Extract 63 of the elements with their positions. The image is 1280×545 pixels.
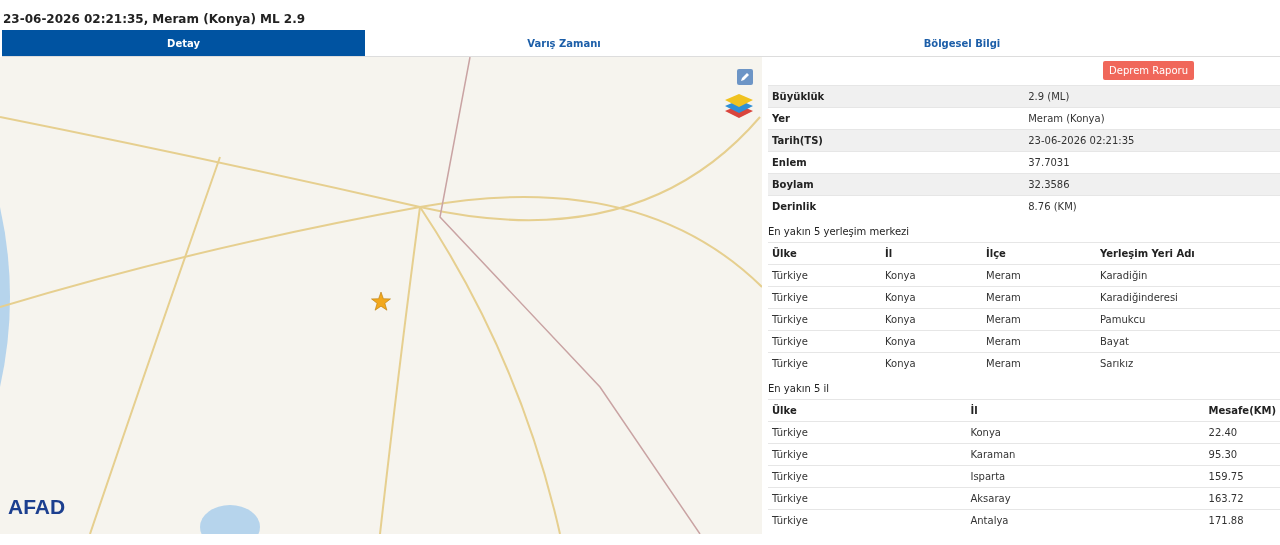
detail-label: Yer (768, 107, 1025, 130)
detail-value: Meram (Konya) (1024, 107, 1280, 130)
detail-label: Boylam (768, 173, 1025, 196)
detail-label: Büyüklük (768, 85, 1025, 108)
table-cell: Antalya (966, 509, 1205, 531)
table-cell: Türkiye (768, 330, 881, 353)
detail-label: Enlem (768, 151, 1025, 174)
table-cell: Türkiye (768, 264, 881, 287)
table-cell: Türkiye (768, 286, 881, 309)
table-cell: Aksaray (966, 487, 1205, 510)
table-cell: Meram (982, 264, 1096, 287)
pencil-icon (740, 72, 750, 82)
table-cell: Konya (881, 264, 982, 287)
detail-label: Derinlik (768, 195, 1025, 217)
table-cell: Karadiğin (1096, 264, 1280, 287)
table-cell: Isparta (966, 465, 1205, 488)
table-cell: Meram (982, 308, 1096, 331)
table-cell: Konya (881, 330, 982, 353)
table-cell: Meram (982, 330, 1096, 353)
detail-value: 8.76 (KM) (1024, 195, 1280, 217)
table-cell: Türkiye (768, 509, 967, 531)
detail-value: 23-06-2026 02:21:35 (1024, 129, 1280, 152)
table-cell: Konya (966, 421, 1205, 444)
table-cell: Konya (881, 308, 982, 331)
table-cell: Sarıkız (1096, 352, 1280, 374)
table-cell: Karadiğinderesi (1096, 286, 1280, 309)
column-header: İl (966, 399, 1205, 422)
column-header: Yerleşim Yeri Adı (1096, 242, 1280, 265)
table-cell: Karaman (966, 443, 1205, 466)
section-heading: En yakın 5 yerleşim merkezi (768, 225, 911, 239)
logo: AFAD (8, 495, 66, 519)
table-cell: 159.75 (1204, 465, 1280, 488)
edit-button[interactable] (737, 69, 753, 85)
table-cell: 163.72 (1204, 487, 1280, 510)
event-title: 23-06-2026 02:21:35, Meram (Konya) ML 2.9 (2, 11, 307, 28)
column-header: İlçe (982, 242, 1096, 265)
table-cell: Türkiye (768, 308, 881, 331)
table-cell: Türkiye (768, 352, 881, 374)
column-header: Ülke (768, 399, 967, 422)
table-cell: Bayat (1096, 330, 1280, 353)
detail-value: 37.7031 (1024, 151, 1280, 174)
table-cell: Türkiye (768, 421, 967, 444)
column-header: İl (881, 242, 982, 265)
column-header: Mesafe(KM) (1204, 399, 1280, 422)
tab[interactable]: Detay (2, 30, 365, 56)
table-cell: Pamukcu (1096, 308, 1280, 331)
table-cell: 22.40 (1204, 421, 1280, 444)
section-heading: En yakın 5 il (768, 382, 831, 396)
detail-value: 32.3586 (1024, 173, 1280, 196)
table-cell: Meram (982, 352, 1096, 374)
table-cell: Türkiye (768, 443, 967, 466)
table-cell: 171.88 (1204, 509, 1280, 531)
epicenter-star-icon (371, 292, 391, 311)
table-cell: Türkiye (768, 465, 967, 488)
column-header: Ülke (768, 242, 881, 265)
table-cell: Meram (982, 286, 1096, 309)
layers-icon[interactable] (724, 93, 754, 119)
table-cell: Konya (881, 352, 982, 374)
detail-value: 2.9 (ML) (1024, 85, 1280, 108)
table-cell: Konya (881, 286, 982, 309)
detail-label: Tarih(TS) (768, 129, 1025, 152)
table-cell: Türkiye (768, 487, 967, 510)
table-cell: 95.30 (1204, 443, 1280, 466)
